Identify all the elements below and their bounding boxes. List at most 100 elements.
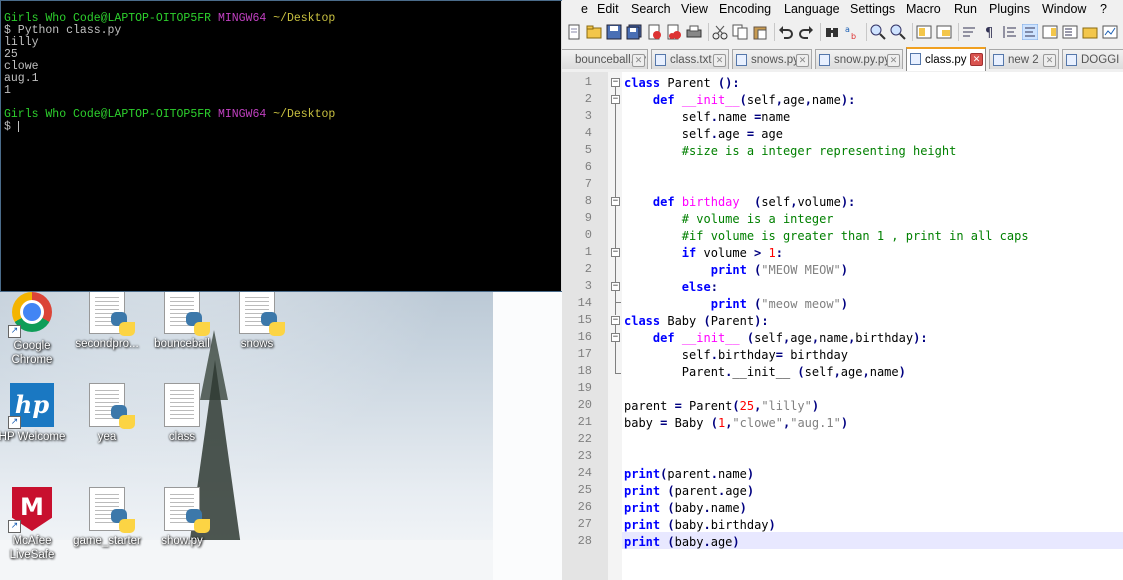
find-icon[interactable] <box>824 24 840 40</box>
tab-snow-py-py[interactable]: snow.py.py ✕ <box>815 49 903 69</box>
tab-close-icon[interactable]: ✕ <box>796 54 809 67</box>
menu-run[interactable]: Run <box>954 2 977 16</box>
python-file-icon <box>85 487 135 533</box>
menu-help[interactable]: ? <box>1100 2 1107 16</box>
print-icon[interactable] <box>686 24 702 40</box>
fold-end <box>615 302 621 303</box>
menu-search[interactable]: Search <box>631 2 671 16</box>
cut-icon[interactable] <box>712 24 728 40</box>
copy-icon[interactable] <box>732 24 748 40</box>
prompt-user: Girls Who Code@LAPTOP-OITOP5FR <box>4 108 212 121</box>
fold-toggle-icon[interactable]: − <box>611 197 620 206</box>
user-language-icon[interactable] <box>1021 23 1039 41</box>
menu-settings[interactable]: Settings <box>850 2 895 16</box>
code-line: def __init__ (self,age,name,birthday): <box>652 331 928 345</box>
tab-snows-py[interactable]: snows.py ✕ <box>732 49 812 69</box>
desktop-icon-chrome[interactable]: ↗ Google Chrome <box>0 290 70 367</box>
line-number: 24 <box>577 466 592 480</box>
terminal-window[interactable]: Girls Who Code@LAPTOP-OITOP5FR MINGW64 ~… <box>0 0 580 292</box>
file-icon <box>819 54 830 66</box>
code-line: print (baby.birthday) <box>624 518 776 532</box>
line-number: 16 <box>577 330 592 344</box>
fold-toggle-icon[interactable]: − <box>611 316 620 325</box>
monitoring-icon[interactable] <box>1102 24 1118 40</box>
doc-map-icon[interactable] <box>1042 24 1058 40</box>
line-number: 22 <box>577 432 592 446</box>
menu-macro[interactable]: Macro <box>906 2 941 16</box>
word-wrap-icon[interactable] <box>962 24 978 40</box>
code-line: if volume > 1: <box>681 246 783 260</box>
show-all-chars-icon[interactable]: ¶ <box>982 24 998 41</box>
desktop-icon-label: secondpro... <box>75 338 139 350</box>
notepadpp-window: e Edit Search View Encoding Language Set… <box>562 0 1123 580</box>
redo-icon[interactable] <box>798 24 814 40</box>
tab-doggi[interactable]: DOGGI <box>1062 49 1123 69</box>
code-editor[interactable]: 1 2 3 4 5 6 7 8 9 0 1 2 3 14 15 16 17 18… <box>562 72 1123 580</box>
paste-icon[interactable] <box>752 24 768 40</box>
menu-file[interactable]: e <box>581 2 588 16</box>
folder-workspace-icon[interactable] <box>1082 24 1098 40</box>
tab-close-icon[interactable]: ✕ <box>632 54 645 67</box>
menu-window[interactable]: Window <box>1042 2 1086 16</box>
svg-text:a: a <box>845 25 850 34</box>
fold-toggle-icon[interactable]: − <box>611 248 620 257</box>
tab-new-2[interactable]: new 2 ✕ <box>989 49 1059 69</box>
menu-view[interactable]: View <box>681 2 708 16</box>
open-file-icon[interactable] <box>586 24 602 40</box>
fold-toggle-icon[interactable]: − <box>611 78 620 87</box>
menu-language[interactable]: Language <box>784 2 840 16</box>
desktop-icon-mcafee[interactable]: M ↗ McAfee LiveSafe <box>0 487 70 562</box>
tab-bounceball-py[interactable]: ✕ bounceball.py <box>562 49 648 69</box>
desktop-icon-yea[interactable]: yea <box>69 383 145 444</box>
indent-guide-icon[interactable] <box>1002 24 1018 40</box>
fold-toggle-icon[interactable]: − <box>611 95 620 104</box>
tab-close-icon[interactable]: ✕ <box>713 54 726 67</box>
line-number: 17 <box>577 347 592 361</box>
function-list-icon[interactable] <box>1062 24 1078 40</box>
code-line: # volume is a integer <box>681 212 834 226</box>
close-all-icon[interactable] <box>666 24 682 40</box>
hp-icon: hp ↗ <box>8 383 54 429</box>
desktop-icon-label: snows <box>240 338 274 350</box>
line-number: 15 <box>577 313 592 327</box>
toolbar-separator <box>774 23 775 41</box>
undo-icon[interactable] <box>778 24 794 40</box>
close-file-icon[interactable] <box>646 24 662 40</box>
line-number: 2 <box>584 92 592 106</box>
desktop-icon-show-py[interactable]: show.py <box>144 487 220 548</box>
fold-toggle-icon[interactable]: − <box>611 282 620 291</box>
sync-horizontal-icon[interactable] <box>936 24 952 40</box>
input-prompt[interactable]: $ <box>4 121 18 134</box>
replace-icon[interactable]: ab <box>844 24 860 41</box>
new-file-icon[interactable] <box>566 24 582 40</box>
desktop-icon-secondprogram[interactable]: secondpro... <box>69 290 145 351</box>
terminal-output: Girls Who Code@LAPTOP-OITOP5FR MINGW64 ~… <box>4 13 564 134</box>
tab-label: new 2 <box>1008 54 1039 66</box>
code-line: baby = Baby (1,"clowe","aug.1") <box>624 416 849 430</box>
line-number: 28 <box>577 534 592 548</box>
toolbar-separator <box>912 23 913 41</box>
desktop-icon-game-starter[interactable]: game_starter <box>69 487 145 548</box>
zoom-in-icon[interactable] <box>870 24 886 40</box>
menu-plugins[interactable]: Plugins <box>989 2 1030 16</box>
save-icon[interactable] <box>606 24 622 40</box>
save-all-icon[interactable] <box>626 24 642 40</box>
desktop-icon-bounceball[interactable]: bounceball <box>144 290 220 351</box>
fold-toggle-icon[interactable]: − <box>611 333 620 342</box>
sync-vertical-icon[interactable] <box>916 24 932 40</box>
code-line: class Parent (): <box>624 76 740 90</box>
tab-class-py[interactable]: class.py ✕ <box>906 47 986 71</box>
tab-label: class.py <box>925 54 967 66</box>
zoom-out-icon[interactable] <box>890 24 906 40</box>
menu-edit[interactable]: Edit <box>597 2 619 16</box>
desktop-icon-class[interactable]: class <box>144 383 220 444</box>
menu-encoding[interactable]: Encoding <box>719 2 771 16</box>
desktop-icon-hp-welcome[interactable]: hp ↗ HP Welcome <box>0 383 70 444</box>
code-line: print (baby.name) <box>624 501 747 515</box>
tab-class-txt[interactable]: class.txt ✕ <box>651 49 729 69</box>
tab-close-icon[interactable]: ✕ <box>887 54 900 67</box>
tab-close-icon[interactable]: ✕ <box>1043 54 1056 67</box>
code-line: def birthday (self,volume): <box>652 195 856 209</box>
desktop-icon-snows[interactable]: snows <box>219 290 295 351</box>
tab-close-icon[interactable]: ✕ <box>970 53 983 66</box>
